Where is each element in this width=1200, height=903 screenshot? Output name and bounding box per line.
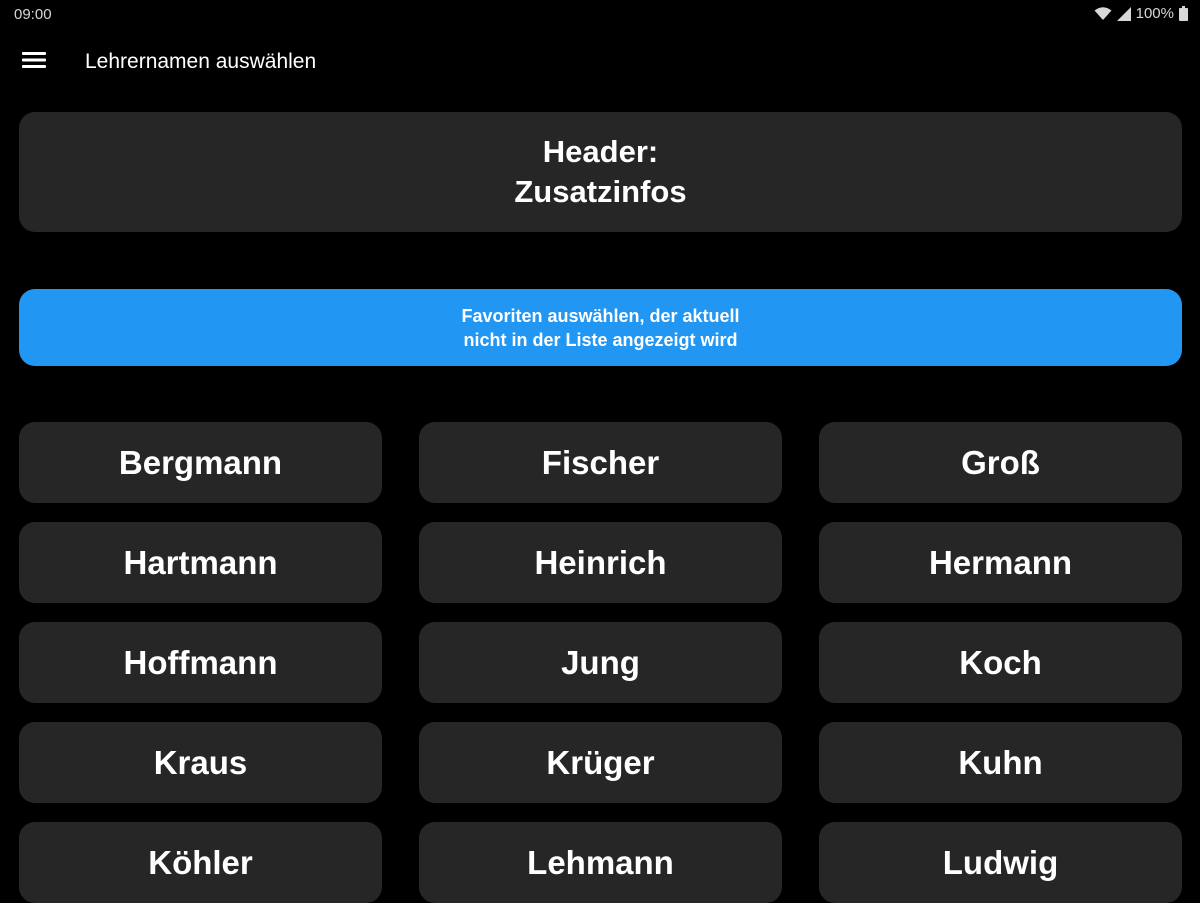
status-time: 09:00 bbox=[14, 6, 52, 23]
hamburger-menu-icon bbox=[22, 51, 46, 74]
favorite-button-line1: Favoriten auswählen, der aktuell bbox=[461, 305, 740, 326]
teacher-button[interactable]: Bergmann bbox=[19, 422, 382, 503]
teacher-button[interactable]: Heinrich bbox=[419, 522, 782, 603]
wifi-icon bbox=[1094, 6, 1112, 21]
teacher-button[interactable]: Jung bbox=[419, 622, 782, 703]
teacher-button[interactable]: Krüger bbox=[419, 722, 782, 803]
teacher-button[interactable]: Hoffmann bbox=[19, 622, 382, 703]
status-bar: 09:00 100% bbox=[0, 0, 1200, 30]
app-bar: Lehrernamen auswählen bbox=[0, 30, 1200, 94]
battery-icon bbox=[1179, 6, 1188, 21]
teacher-button[interactable]: Fischer bbox=[419, 422, 782, 503]
header-card-line1: Header: bbox=[542, 134, 659, 169]
menu-button[interactable] bbox=[14, 44, 54, 80]
teacher-button[interactable]: Ludwig bbox=[819, 822, 1182, 903]
teacher-button[interactable]: Koch bbox=[819, 622, 1182, 703]
teacher-button[interactable]: Hartmann bbox=[19, 522, 382, 603]
teacher-button[interactable]: Kuhn bbox=[819, 722, 1182, 803]
favorite-button-line2: nicht in der Liste angezeigt wird bbox=[463, 329, 738, 350]
header-card-line2: Zusatzinfos bbox=[514, 174, 687, 209]
teacher-button[interactable]: Lehmann bbox=[419, 822, 782, 903]
teacher-grid: Bergmann Fischer Groß Hartmann Heinrich … bbox=[19, 422, 1182, 903]
teacher-button[interactable]: Hermann bbox=[819, 522, 1182, 603]
teacher-button[interactable]: Groß bbox=[819, 422, 1182, 503]
select-favorite-button[interactable]: Favoriten auswählen, der aktuell nicht i… bbox=[19, 289, 1182, 366]
battery-percentage: 100% bbox=[1135, 5, 1174, 22]
status-icons: 100% bbox=[1094, 5, 1188, 22]
teacher-button[interactable]: Köhler bbox=[19, 822, 382, 903]
teacher-button[interactable]: Kraus bbox=[19, 722, 382, 803]
header-card: Header: Zusatzinfos bbox=[19, 112, 1182, 232]
signal-icon bbox=[1116, 6, 1131, 21]
page-title: Lehrernamen auswählen bbox=[85, 50, 317, 73]
